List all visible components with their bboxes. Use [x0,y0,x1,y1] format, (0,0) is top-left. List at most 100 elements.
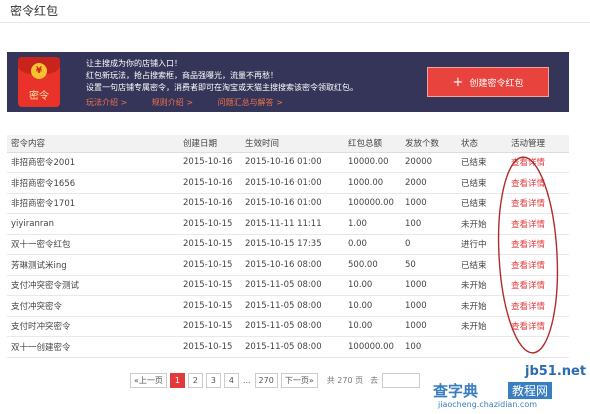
cell-created-date: 2015-10-15 [179,275,241,296]
view-details-link[interactable]: 查看详情 [507,213,569,235]
coin-icon: ¥ [31,63,47,79]
cell-issued-count: 100 [401,336,457,358]
cell-total-amount: 1.00 [344,213,401,235]
cell-total-amount: 10000.00 [344,152,401,173]
cell-total-amount: 100000.00 [344,193,401,214]
cell-effective-time: 2015-11-11 11:11 [241,213,344,235]
header-issued-count: 发放个数 [401,135,457,153]
cell-status: 未开始 [457,316,507,337]
page-button-last[interactable]: 270 [254,372,278,388]
view-details-link[interactable]: 查看详情 [507,295,569,317]
page-button-2[interactable]: 2 [187,372,203,388]
cell-keyword: 支付时冲突密令 [7,316,179,337]
pagination: «上一页 1 2 3 4 ... 270 下一页» 共 270 页 去 [130,372,421,388]
create-red-envelope-button[interactable]: + 创建密令红包 [427,67,549,97]
cell-created-date: 2015-10-15 [179,316,241,337]
next-page-button[interactable]: 下一页» [280,372,318,388]
cell-total-amount: 10.00 [344,316,401,337]
gameplay-intro-link[interactable]: 玩法介绍 > [86,98,127,107]
view-details-link[interactable] [507,336,569,358]
cell-issued-count: 1000 [401,316,457,337]
page-button-3[interactable]: 3 [205,372,221,388]
banner-line-2: 红包新玩法，抢占搜索框，商品强曝光，流量不再愁！ [86,71,278,80]
cell-issued-count: 20000 [401,152,457,173]
table-row: 支付冲突密令测试 2015-10-15 2015-11-05 08:00 10.… [7,275,569,296]
table-row: 非招商密令1701 2015-10-16 2015-10-16 01:00 10… [7,193,569,214]
table-row: 双十一密令红包 2015-10-15 2015-10-15 17:35 0.00… [7,234,569,255]
cell-keyword: 非招商密令1701 [7,193,179,214]
view-details-link[interactable]: 查看详情 [507,172,569,194]
cell-created-date: 2015-10-16 [179,193,241,214]
cell-effective-time: 2015-10-16 08:00 [241,254,344,276]
cell-created-date: 2015-10-16 [179,172,241,194]
cell-issued-count: 1000 [401,193,457,214]
red-envelope-icon: ¥ 密令 [18,57,60,107]
view-details-link[interactable]: 查看详情 [507,193,569,214]
cell-effective-time: 2015-11-05 08:00 [241,275,344,296]
header-status: 状态 [457,135,507,153]
watermark-name: 查字典 [433,382,479,400]
goto-page-input[interactable] [382,372,421,388]
faq-link[interactable]: 问题汇总与解答 > [218,98,283,107]
cell-keyword: 支付冲突密令 [7,295,179,317]
cell-issued-count: 1000 [401,275,457,296]
prev-page-button[interactable]: «上一页 [130,372,167,388]
cell-created-date: 2015-10-15 [179,254,241,276]
cell-keyword: 非招商密令2001 [7,152,179,173]
page-title: 密令红包 [10,4,59,18]
cell-issued-count: 0 [401,234,457,255]
total-pages-label: 共 270 页 [326,375,364,385]
cell-created-date: 2015-10-15 [179,213,241,235]
cell-total-amount: 1000.00 [344,172,401,194]
create-button-label: 创建密令红包 [469,78,524,89]
pagination-ellipsis: ... [242,375,251,385]
cell-total-amount: 500.00 [344,254,401,276]
view-details-link[interactable]: 查看详情 [507,234,569,255]
page-button-1[interactable]: 1 [169,372,185,388]
cell-issued-count: 2000 [401,172,457,194]
watermark-url: jiaocheng.chazidian.com [438,400,538,409]
cell-effective-time: 2015-10-15 17:35 [241,234,344,255]
cell-keyword: 非招商密令1656 [7,172,179,194]
banner-headline: 让主搜成为你的店铺入口！ [86,59,182,68]
title-divider [0,22,590,23]
cell-status [457,336,507,358]
cell-created-date: 2015-10-15 [179,234,241,255]
cell-total-amount: 10.00 [344,275,401,296]
cell-status: 未开始 [457,213,507,235]
cell-effective-time: 2015-10-16 01:00 [241,193,344,214]
site-watermark: jb51.net 查字典 教程网 jiaocheng.chazidian.com [433,362,590,414]
table-row: yiyiranran 2015-10-15 2015-11-11 11:11 1… [7,213,569,235]
page-button-4[interactable]: 4 [223,372,239,388]
table-row: 非招商密令1656 2015-10-16 2015-10-16 01:00 10… [7,172,569,194]
cell-status: 已结束 [457,172,507,194]
banner-links: 玩法介绍 > 规则介绍 > 问题汇总与解答 > [86,97,305,108]
table-header-row: 密令内容 创建日期 生效时间 红包总额 发放个数 状态 活动管理 [7,135,569,153]
view-details-link[interactable]: 查看详情 [507,275,569,296]
rules-intro-link[interactable]: 规则介绍 > [152,98,193,107]
cell-effective-time: 2015-11-05 08:00 [241,336,344,358]
watermark-site: jb51.net [525,364,587,379]
table-row: 双十一创建密令 2015-10-15 2015-11-05 08:00 1000… [7,336,569,358]
banner-line-3: 设置一句店铺专属密令，消费者即可在淘宝或天猫主搜搜索该密令领取红包。 [86,83,358,92]
campaign-table: 密令内容 创建日期 生效时间 红包总额 发放个数 状态 活动管理 非招商密令20… [7,135,569,358]
watermark-tag: 教程网 [508,382,553,399]
cell-issued-count: 100 [401,213,457,235]
cell-issued-count: 50 [401,254,457,276]
cell-created-date: 2015-10-15 [179,295,241,317]
cell-created-date: 2015-10-16 [179,152,241,173]
cell-keyword: 芳琳测试米ing [7,254,179,276]
cell-keyword: 支付冲突密令测试 [7,275,179,296]
cell-status: 未开始 [457,275,507,296]
cell-keyword: 双十一密令红包 [7,234,179,255]
cell-created-date: 2015-10-15 [179,336,241,358]
view-details-link[interactable]: 查看详情 [507,152,569,173]
cell-total-amount: 10.00 [344,295,401,317]
view-details-link[interactable]: 查看详情 [507,254,569,276]
header-keyword: 密令内容 [7,135,179,153]
cell-status: 已结束 [457,152,507,173]
envelope-label: 密令 [29,91,49,102]
table-row: 支付时冲突密令 2015-10-15 2015-11-05 08:00 10.0… [7,316,569,337]
view-details-link[interactable]: 查看详情 [507,316,569,337]
header-effective-time: 生效时间 [241,135,344,153]
